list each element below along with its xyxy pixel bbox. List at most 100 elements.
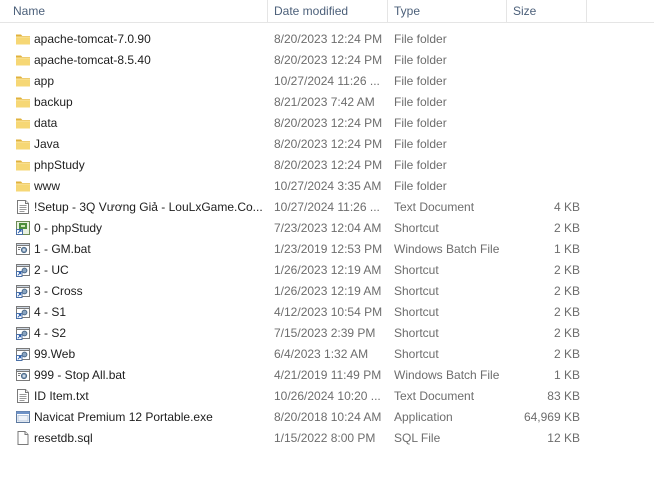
file-type: Application xyxy=(394,410,453,424)
file-row[interactable]: Navicat Premium 12 Portable.exe 8/20/2018… xyxy=(0,407,654,428)
file-row[interactable]: !Setup - 3Q Vương Giả - LouLxGame.Co... 1… xyxy=(0,197,654,218)
file-date-modified: 8/20/2023 12:24 PM xyxy=(274,53,383,67)
file-date-modified: 1/26/2023 12:19 AM xyxy=(274,263,382,277)
file-name: 0 - phpStudy xyxy=(34,221,103,235)
file-name: ID Item.txt xyxy=(34,389,89,403)
column-header-date-modified[interactable]: Date modified xyxy=(267,0,387,22)
folder-icon xyxy=(15,178,31,194)
file-row[interactable]: backup 8/21/2023 7:42 AM File folder xyxy=(0,92,654,113)
file-row[interactable]: 0 - phpStudy 7/23/2023 12:04 AM Shortcut 2 … xyxy=(0,218,654,239)
file-row[interactable]: app 10/27/2024 11:26 ... File folder xyxy=(0,71,654,92)
file-type: Shortcut xyxy=(394,284,439,298)
file-name: apache-tomcat-7.0.90 xyxy=(34,32,151,46)
file-type: Windows Batch File xyxy=(394,368,500,382)
file-row[interactable]: 2 - UC 1/26/2023 12:19 AM Shortcut 2 KB xyxy=(0,260,654,281)
file-name: phpStudy xyxy=(34,158,85,172)
file-type: File folder xyxy=(394,53,447,67)
file-row[interactable]: 99.Web 6/4/2023 1:32 AM Shortcut 2 KB xyxy=(0,344,654,365)
file-type: File folder xyxy=(394,179,447,193)
folder-icon xyxy=(15,157,31,173)
app-shortcut-icon xyxy=(15,220,31,236)
file-size: 83 KB xyxy=(547,389,580,403)
file-name: apache-tomcat-8.5.40 xyxy=(34,53,151,67)
file-name: Navicat Premium 12 Portable.exe xyxy=(34,410,213,424)
file-type: File folder xyxy=(394,137,447,151)
text-document-icon xyxy=(15,199,31,215)
file-type: Shortcut xyxy=(394,221,439,235)
folder-icon xyxy=(15,115,31,131)
file-date-modified: 6/4/2023 1:32 AM xyxy=(274,347,369,361)
batch-file-icon xyxy=(15,241,31,257)
column-header-type[interactable]: Type xyxy=(387,0,506,22)
shortcut-icon xyxy=(15,325,31,341)
file-row[interactable]: apache-tomcat-8.5.40 8/20/2023 12:24 PM Fi… xyxy=(0,50,654,71)
file-date-modified: 1/23/2019 12:53 PM xyxy=(274,242,383,256)
file-row[interactable]: data 8/20/2023 12:24 PM File folder xyxy=(0,113,654,134)
file-size: 2 KB xyxy=(553,221,580,235)
column-header-size[interactable]: Size xyxy=(506,0,586,22)
folder-icon xyxy=(15,94,31,110)
file-date-modified: 4/21/2019 11:49 PM xyxy=(274,368,382,382)
file-row[interactable]: 4 - S2 7/15/2023 2:39 PM Shortcut 2 KB xyxy=(0,323,654,344)
file-row[interactable]: www 10/27/2024 3:35 AM File folder xyxy=(0,176,654,197)
file-row[interactable]: apache-tomcat-7.0.90 8/20/2023 12:24 PM Fi… xyxy=(0,29,654,50)
file-size: 1 KB xyxy=(553,368,580,382)
file-type: File folder xyxy=(394,95,447,109)
file-name: app xyxy=(34,74,55,88)
file-date-modified: 1/26/2023 12:19 AM xyxy=(274,284,382,298)
file-date-modified: 7/15/2023 2:39 PM xyxy=(274,326,376,340)
file-name: Java xyxy=(34,137,60,151)
file-name: 4 - S1 xyxy=(34,305,67,319)
batch-file-icon xyxy=(15,367,31,383)
file-size: 2 KB xyxy=(553,263,580,277)
file-row[interactable]: phpStudy 8/20/2023 12:24 PM File folder xyxy=(0,155,654,176)
file-size: 2 KB xyxy=(553,305,580,319)
file-row[interactable]: 3 - Cross 1/26/2023 12:19 AM Shortcut 2 KB xyxy=(0,281,654,302)
file-name: 99.Web xyxy=(34,347,76,361)
file-type: File folder xyxy=(394,32,447,46)
file-name: 1 - GM.bat xyxy=(34,242,91,256)
file-date-modified: 10/27/2024 11:26 ... xyxy=(274,74,380,88)
file-size: 2 KB xyxy=(553,284,580,298)
file-row[interactable]: 1 - GM.bat 1/23/2019 12:53 PM Windows Batc… xyxy=(0,239,654,260)
column-header-name[interactable]: Name xyxy=(7,0,267,22)
file-type: Text Document xyxy=(394,389,475,403)
folder-icon xyxy=(15,136,31,152)
file-name: resetdb.sql xyxy=(34,431,93,445)
file-type: File folder xyxy=(394,116,447,130)
folder-icon xyxy=(15,31,31,47)
file-date-modified: 10/27/2024 11:26 ... xyxy=(274,200,380,214)
file-row[interactable]: Java 8/20/2023 12:24 PM File folder xyxy=(0,134,654,155)
shortcut-icon xyxy=(15,304,31,320)
file-date-modified: 8/20/2018 10:24 AM xyxy=(274,410,382,424)
file-name: 999 - Stop All.bat xyxy=(34,368,126,382)
file-type: Shortcut xyxy=(394,263,439,277)
file-size: 4 KB xyxy=(553,200,580,214)
file-date-modified: 8/20/2023 12:24 PM xyxy=(274,32,383,46)
file-type: Windows Batch File xyxy=(394,242,500,256)
folder-icon xyxy=(15,52,31,68)
file-size: 2 KB xyxy=(553,347,580,361)
file-size: 1 KB xyxy=(553,242,580,256)
file-name: 4 - S2 xyxy=(34,326,67,340)
text-document-icon xyxy=(15,388,31,404)
file-date-modified: 8/20/2023 12:24 PM xyxy=(274,116,383,130)
file-type: SQL File xyxy=(394,431,441,445)
file-row[interactable]: resetdb.sql 1/15/2022 8:00 PM SQL File 12 K… xyxy=(0,428,654,449)
column-header-divider xyxy=(586,0,588,22)
file-row[interactable]: 999 - Stop All.bat 4/21/2019 11:49 PM Wind… xyxy=(0,365,654,386)
file-type: File folder xyxy=(394,74,447,88)
file-date-modified: 8/21/2023 7:42 AM xyxy=(274,95,375,109)
file-name: data xyxy=(34,116,58,130)
file-date-modified: 10/26/2024 10:20 ... xyxy=(274,389,381,403)
file-size: 2 KB xyxy=(553,326,580,340)
file-row[interactable]: 4 - S1 4/12/2023 10:54 PM Shortcut 2 KB xyxy=(0,302,654,323)
file-list: apache-tomcat-7.0.90 8/20/2023 12:24 PM Fi… xyxy=(0,29,654,449)
file-type: Shortcut xyxy=(394,347,439,361)
file-date-modified: 1/15/2022 8:00 PM xyxy=(274,431,376,445)
file-name: !Setup - 3Q Vương Giả - LouLxGame.Co... xyxy=(34,200,262,214)
file-name: www xyxy=(34,179,60,193)
shortcut-icon xyxy=(15,346,31,362)
file-type: File folder xyxy=(394,158,447,172)
file-row[interactable]: ID Item.txt 10/26/2024 10:20 ... Text Docu… xyxy=(0,386,654,407)
